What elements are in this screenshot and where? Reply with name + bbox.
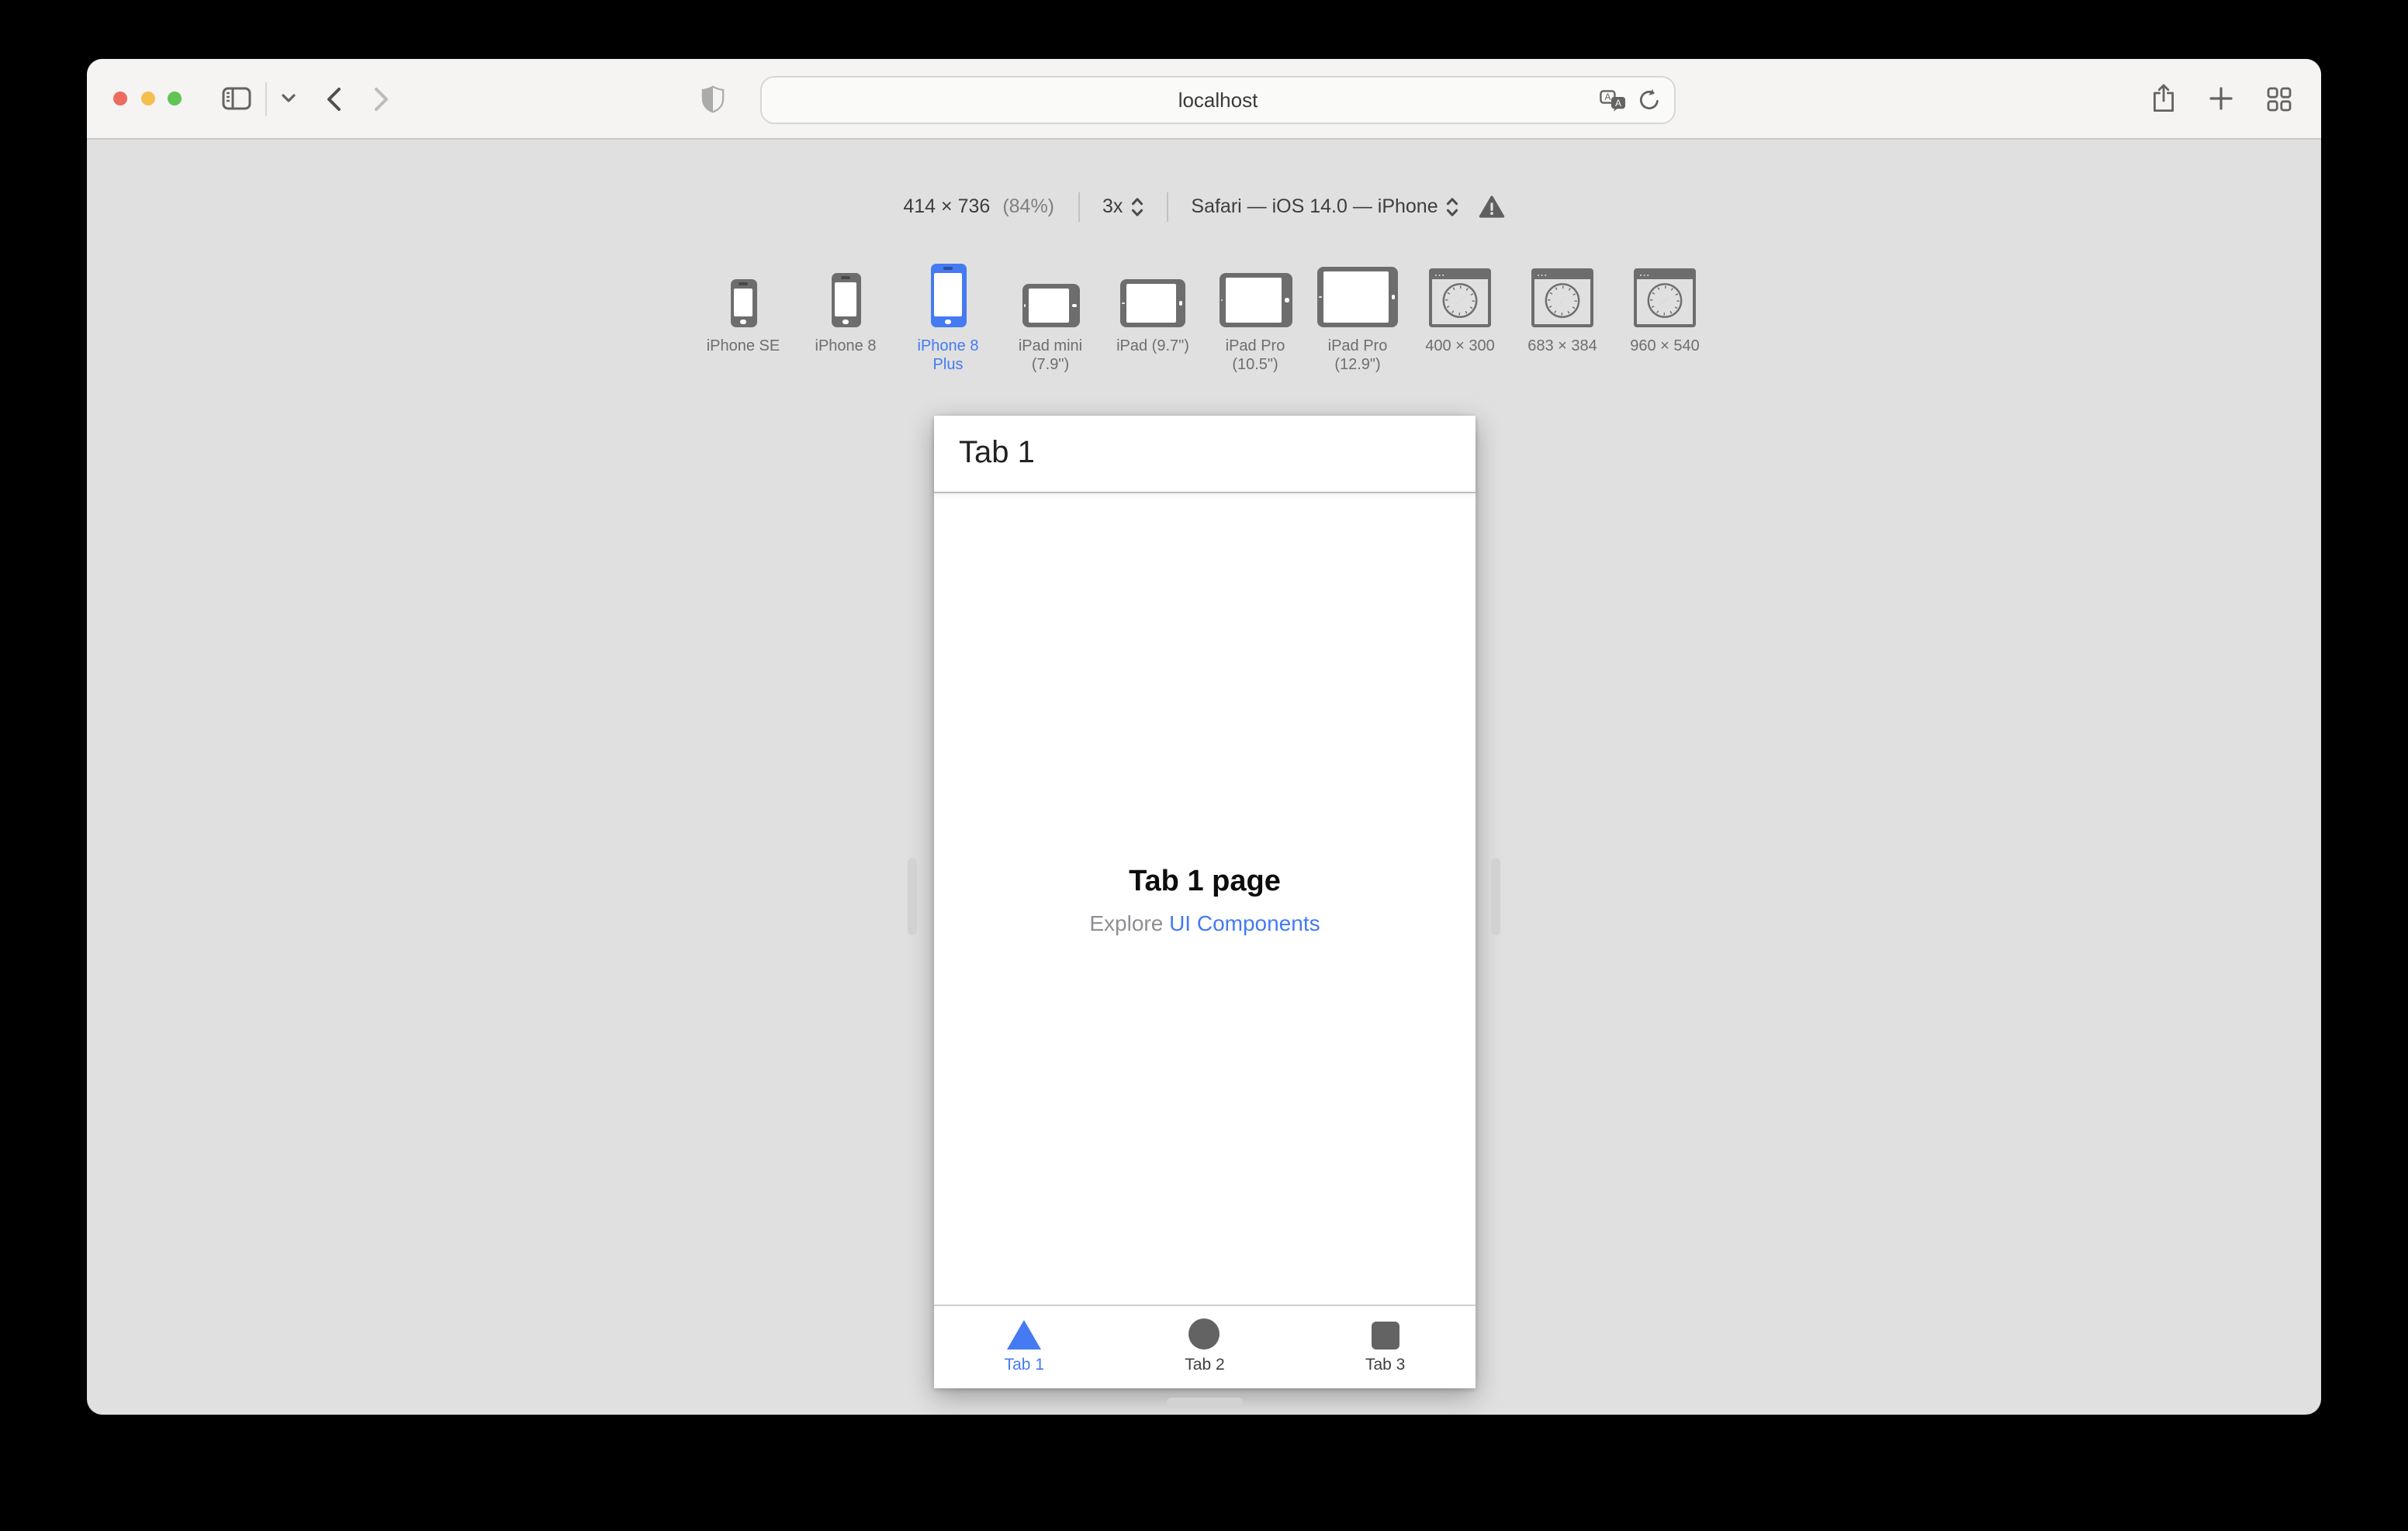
svg-text:A: A <box>1604 91 1611 102</box>
tabbar-item-label: Tab 3 <box>1365 1356 1406 1374</box>
back-button[interactable] <box>326 86 341 111</box>
device-preset-iphone-8-plus[interactable]: iPhone 8 Plus <box>898 253 998 374</box>
device-preset-683-384[interactable]: 683 × 384 <box>1513 253 1612 356</box>
screen: localhost A A 414 × 736 (84%) 3x Safari … <box>0 0 2408 1531</box>
square-icon <box>1371 1322 1399 1350</box>
iphone-se-icon <box>730 279 756 327</box>
device-preset-label: iPhone 8 <box>815 338 877 355</box>
viewport-resize-handle-left[interactable] <box>908 858 917 935</box>
device-preset-label: iPhone 8 Plus <box>917 338 979 373</box>
divider <box>265 81 267 116</box>
viewport-resize-handle-bottom[interactable] <box>1167 1398 1243 1406</box>
device-preset-label: iPhone SE <box>706 338 780 355</box>
svg-text:A: A <box>1615 97 1621 108</box>
sidebar-toggle-button[interactable] <box>222 87 251 110</box>
divider <box>1166 192 1168 222</box>
tabbar-item-label: Tab 2 <box>1185 1356 1225 1374</box>
tabbar-item-tab-3[interactable]: Tab 3 <box>1295 1306 1476 1388</box>
user-agent-select[interactable]: Safari — iOS 14.0 — iPhone <box>1191 194 1458 220</box>
close-button[interactable] <box>113 92 127 105</box>
device-preset-label: iPad Pro (10.5") <box>1225 338 1285 373</box>
translate-icon[interactable]: A A <box>1600 89 1626 111</box>
viewport-zoom-percent: (84%) <box>1002 195 1054 217</box>
ipad-mini-icon <box>1022 284 1079 327</box>
reload-icon[interactable] <box>1638 88 1660 112</box>
ui-components-link[interactable]: UI Components <box>1169 910 1320 935</box>
iphone-8-icon <box>831 273 860 327</box>
pixel-ratio-select[interactable]: 3x <box>1102 194 1143 220</box>
warning-icon[interactable] <box>1479 195 1505 219</box>
app-navbar-title: Tab 1 <box>959 436 1035 470</box>
viewport-dimensions: 414 × 736 <box>903 195 991 217</box>
pixel-ratio-value: 3x <box>1102 195 1123 217</box>
chevron-down-icon[interactable] <box>281 93 296 104</box>
app-navbar: Tab 1 <box>934 416 1476 493</box>
simulated-viewport: Tab 1 Tab 1 page Explore UI Components T… <box>934 416 1476 1388</box>
page-subtitle: Explore UI Components <box>1089 910 1320 935</box>
device-preset-iphone-8[interactable]: iPhone 8 <box>796 253 895 356</box>
browser-toolbar: localhost A A <box>87 59 2321 140</box>
device-preset-ipad-pro-12-9[interactable]: iPad Pro (12.9") <box>1308 253 1407 374</box>
subtitle-text: Explore <box>1089 910 1170 935</box>
device-preset-iphone-se[interactable]: iPhone SE <box>694 253 793 356</box>
address-bar[interactable]: localhost A A <box>760 76 1676 124</box>
safari-window: localhost A A 414 × 736 (84%) 3x Safari … <box>87 59 2321 1415</box>
zoom-button[interactable] <box>168 92 182 105</box>
device-preset-label: 400 × 300 <box>1425 338 1495 355</box>
ipad-pro-10-icon <box>1219 273 1292 327</box>
tabbar-item-tab-1[interactable]: Tab 1 <box>934 1306 1115 1388</box>
safari-compass-icon <box>1545 283 1580 318</box>
responsive-design-bar: 414 × 736 (84%) 3x Safari — iOS 14.0 — i… <box>87 140 2321 222</box>
share-icon[interactable] <box>2152 84 2175 113</box>
app-page-content: Tab 1 page Explore UI Components <box>934 493 1476 1306</box>
user-agent-value: Safari — iOS 14.0 — iPhone <box>1191 195 1438 217</box>
browser-window-icon <box>1531 268 1593 327</box>
minimize-button[interactable] <box>140 92 154 105</box>
tab-overview-icon[interactable] <box>2267 86 2292 111</box>
triangle-icon <box>1007 1320 1042 1350</box>
safari-compass-icon <box>1647 283 1683 318</box>
device-preset-label: iPad Pro (12.9") <box>1327 338 1388 373</box>
ipad-icon <box>1120 279 1185 327</box>
device-preset-ipad-9-7[interactable]: iPad (9.7") <box>1103 253 1202 356</box>
device-preset-row: iPhone SE iPhone 8 iPhone 8 Plus iPad mini … <box>87 253 2321 374</box>
stepper-icon <box>1446 197 1458 217</box>
device-preset-label: 683 × 384 <box>1527 338 1597 355</box>
device-preset-label: 960 × 540 <box>1630 338 1700 355</box>
new-tab-icon[interactable] <box>2209 87 2233 110</box>
tabbar-item-tab-2[interactable]: Tab 2 <box>1115 1306 1296 1388</box>
ipad-pro-12-icon <box>1317 267 1398 327</box>
url-text: localhost <box>1178 88 1258 112</box>
device-preset-label: iPad (9.7") <box>1116 338 1189 355</box>
viewport-resize-handle-right[interactable] <box>1491 858 1500 935</box>
traffic-lights <box>113 92 182 105</box>
device-preset-ipad-pro-10-5[interactable]: iPad Pro (10.5") <box>1206 253 1305 374</box>
stepper-icon <box>1130 197 1143 217</box>
divider <box>1078 192 1079 222</box>
circle-icon <box>1188 1318 1220 1350</box>
safari-compass-icon <box>1442 283 1478 318</box>
privacy-shield-icon[interactable] <box>701 85 725 113</box>
iphone-8-plus-icon <box>930 264 966 327</box>
device-preset-ipad-mini-7-9[interactable]: iPad mini (7.9") <box>1001 253 1100 374</box>
device-preset-label: iPad mini (7.9") <box>1018 338 1083 373</box>
browser-window-icon <box>1634 268 1696 327</box>
forward-button[interactable] <box>374 86 389 111</box>
tabbar-item-label: Tab 1 <box>1004 1356 1044 1374</box>
device-preset-400-300[interactable]: 400 × 300 <box>1410 253 1510 356</box>
page-title: Tab 1 page <box>1129 865 1281 897</box>
device-preset-960-540[interactable]: 960 × 540 <box>1615 253 1714 356</box>
browser-window-icon <box>1429 268 1491 327</box>
app-tabbar: Tab 1 Tab 2 Tab 3 <box>934 1305 1476 1388</box>
